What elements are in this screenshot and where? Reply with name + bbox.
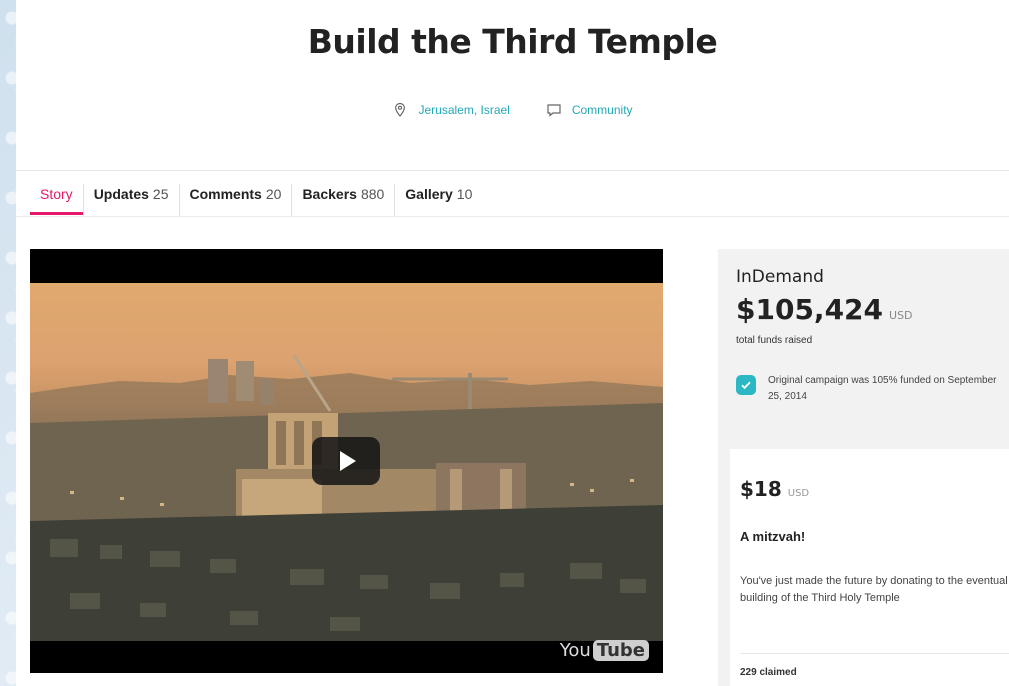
youtube-logo-left: You — [559, 640, 591, 661]
perk-amount: $18 USD — [740, 477, 809, 501]
funding-amount-value: $105,424 — [736, 293, 884, 326]
youtube-logo[interactable]: You Tube — [560, 640, 649, 661]
category-meta[interactable]: Community — [546, 102, 633, 118]
tab-count: 25 — [152, 186, 169, 202]
page-title: Build the Third Temple — [307, 22, 718, 61]
campaign-meta: Jerusalem, Israel Community — [16, 102, 1009, 118]
tab-label: Backers — [302, 186, 357, 202]
tabs-divider — [16, 216, 1009, 217]
tab-count: 20 — [265, 186, 282, 202]
tab-gallery[interactable]: Gallery 10 — [395, 184, 482, 216]
tab-comments[interactable]: Comments 20 — [180, 184, 293, 216]
tab-story[interactable]: Story — [30, 184, 84, 216]
funding-label: InDemand — [736, 267, 824, 287]
perk-description: You've just made the future by donating … — [740, 575, 1008, 604]
location-meta[interactable]: Jerusalem, Israel — [392, 102, 510, 118]
youtube-logo-right: Tube — [592, 640, 649, 661]
funding-subtitle: total funds raised — [736, 335, 813, 346]
funding-currency: USD — [889, 309, 913, 322]
video-player[interactable]: You Tube — [30, 249, 663, 673]
funding-sidebar: InDemand $105,424 USD total funds raised… — [718, 249, 1009, 686]
perk-title: A mitzvah! — [740, 529, 806, 544]
funding-note: Original campaign was 105% funded on Sep… — [736, 373, 1006, 405]
tab-label: Gallery — [405, 186, 453, 202]
funding-note-text: Original campaign was 105% funded on Sep… — [768, 375, 997, 402]
tab-label: Story — [40, 186, 73, 202]
location-link[interactable]: Jerusalem, Israel — [418, 103, 509, 117]
perk-divider — [740, 653, 1009, 654]
perk-amount-value: $18 — [740, 477, 782, 501]
header-divider — [16, 170, 1009, 171]
funding-amount: $105,424 USD — [736, 293, 913, 326]
campaign-page: Build the Third Temple Jerusalem, Israel… — [16, 0, 1009, 686]
tab-count: 880 — [360, 186, 385, 202]
location-pin-icon — [395, 102, 406, 117]
checkmark-icon — [736, 375, 756, 395]
perk-currency: USD — [787, 488, 810, 499]
category-link[interactable]: Community — [572, 103, 633, 117]
perk-card[interactable]: $18 USD A mitzvah! You've just made the … — [730, 449, 1009, 686]
tab-updates[interactable]: Updates 25 — [84, 184, 180, 216]
play-button[interactable] — [312, 437, 380, 485]
tab-label: Updates — [93, 186, 149, 202]
campaign-tabs: Story Updates 25 Comments 20 Backers 880 Ga… — [30, 184, 482, 216]
tab-label: Comments — [189, 186, 262, 202]
tab-backers[interactable]: Backers 880 — [292, 184, 396, 216]
perk-claimed: 229 claimed — [740, 667, 797, 678]
tab-count: 10 — [456, 186, 473, 202]
speech-bubble-icon — [547, 104, 561, 117]
